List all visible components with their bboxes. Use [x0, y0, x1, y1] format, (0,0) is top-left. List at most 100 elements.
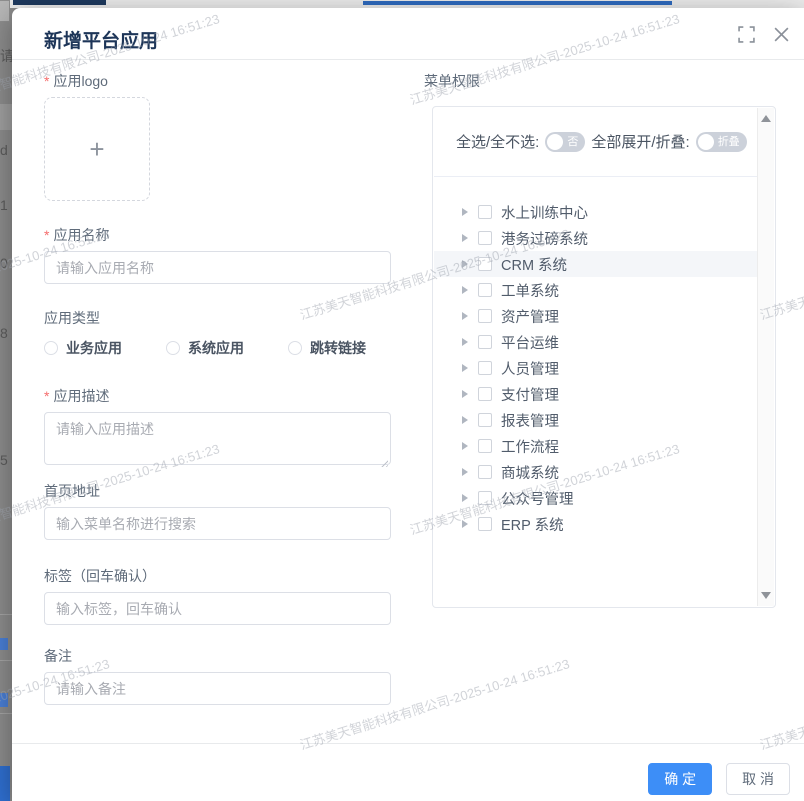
- app-type-label: 应用类型: [44, 308, 391, 328]
- chevron-right-icon[interactable]: [462, 338, 468, 346]
- homepage-input[interactable]: [44, 507, 391, 540]
- select-all-label: 全选/全不选:: [456, 131, 539, 152]
- toggle-knob: [698, 134, 714, 150]
- app-type-radio-0[interactable]: 业务应用: [44, 338, 122, 358]
- chevron-right-icon[interactable]: [462, 494, 468, 502]
- remark-label: 备注: [44, 646, 391, 666]
- chevron-right-icon[interactable]: [462, 234, 468, 242]
- tree-row[interactable]: 人员管理: [434, 355, 758, 381]
- background-row-divider: [0, 614, 12, 615]
- background-button-fragment: [0, 766, 10, 801]
- tree-row[interactable]: 公众号管理: [434, 485, 758, 511]
- checkbox[interactable]: [478, 361, 492, 375]
- app-logo-label: *应用logo: [44, 71, 391, 91]
- tree-item-label: 公众号管理: [501, 488, 574, 509]
- remark-input[interactable]: [44, 672, 391, 705]
- checkbox[interactable]: [478, 335, 492, 349]
- checkbox[interactable]: [478, 465, 492, 479]
- tree-row[interactable]: 港务过磅系统: [434, 225, 758, 251]
- required-mark: *: [44, 388, 49, 404]
- chevron-right-icon[interactable]: [462, 390, 468, 398]
- add-platform-app-dialog: 新增平台应用 *应用logo + *应用名称 应用类型 业务应用 系统应用 跳转链接: [12, 8, 804, 801]
- cancel-button[interactable]: 取 消: [726, 763, 790, 795]
- tree-row[interactable]: 支付管理: [434, 381, 758, 407]
- toggle-state-label: 折叠: [718, 132, 740, 152]
- checkbox[interactable]: [478, 517, 492, 531]
- background-text-fragment: 请: [0, 46, 12, 66]
- tree-item-label: 商城系统: [501, 462, 559, 483]
- tree-row[interactable]: CRM 系统: [434, 251, 758, 277]
- logo-upload-box[interactable]: +: [44, 97, 150, 201]
- chevron-right-icon[interactable]: [462, 208, 468, 216]
- background-row-divider: [0, 713, 12, 714]
- expand-all-label: 全部展开/折叠:: [591, 131, 689, 152]
- radio-circle-icon: [288, 341, 302, 355]
- radio-circle-icon: [44, 341, 58, 355]
- chevron-right-icon[interactable]: [462, 286, 468, 294]
- tree-item-label: CRM 系统: [501, 254, 567, 275]
- app-type-radio-1[interactable]: 系统应用: [166, 338, 244, 358]
- app-desc-label: *应用描述: [44, 386, 391, 406]
- chevron-right-icon[interactable]: [462, 416, 468, 424]
- app-name-label: *应用名称: [44, 225, 391, 245]
- required-mark: *: [44, 73, 49, 89]
- chevron-right-icon[interactable]: [462, 312, 468, 320]
- scroll-up-icon[interactable]: [761, 115, 771, 122]
- tree-row[interactable]: 资产管理: [434, 303, 758, 329]
- chevron-right-icon[interactable]: [462, 260, 468, 268]
- dialog-footer: 确 定 取 消: [12, 743, 804, 795]
- chevron-right-icon[interactable]: [462, 364, 468, 372]
- tree-row[interactable]: ERP 系统: [434, 511, 758, 537]
- tree-row[interactable]: 报表管理: [434, 407, 758, 433]
- tree-item-label: 支付管理: [501, 384, 559, 405]
- checkbox[interactable]: [478, 205, 492, 219]
- checkbox[interactable]: [478, 387, 492, 401]
- background-link-fragment: [0, 638, 8, 650]
- chevron-right-icon[interactable]: [462, 468, 468, 476]
- homepage-label: 首页地址: [44, 481, 391, 501]
- tree-item-label: 人员管理: [501, 358, 559, 379]
- panel-scrollbar[interactable]: [757, 108, 774, 606]
- chevron-right-icon[interactable]: [462, 442, 468, 450]
- close-icon[interactable]: [773, 26, 790, 43]
- background-text-fragment: 0: [0, 255, 12, 271]
- background-table-row: [0, 104, 12, 130]
- menu-permission-label: 菜单权限: [424, 71, 480, 91]
- checkbox[interactable]: [478, 413, 492, 427]
- app-type-radio-2[interactable]: 跳转链接: [288, 338, 366, 358]
- tree-row[interactable]: 商城系统: [434, 459, 758, 485]
- tags-label: 标签（回车确认）: [44, 566, 391, 586]
- background-text-fragment: d: [0, 142, 12, 158]
- fullscreen-icon[interactable]: [738, 26, 755, 43]
- tree-row[interactable]: 工单系统: [434, 277, 758, 303]
- checkbox[interactable]: [478, 309, 492, 323]
- checkbox[interactable]: [478, 257, 492, 271]
- confirm-button[interactable]: 确 定: [648, 763, 712, 795]
- tree-item-label: 工单系统: [501, 280, 559, 301]
- app-name-input[interactable]: [44, 251, 391, 284]
- radio-label: 业务应用: [66, 338, 122, 358]
- background-link-fragment: [0, 693, 8, 707]
- required-mark: *: [44, 227, 49, 243]
- background-text-fragment: 5: [0, 452, 12, 468]
- tree-item-label: 水上训练中心: [501, 202, 588, 223]
- tree-row[interactable]: 平台运维: [434, 329, 758, 355]
- tags-input[interactable]: [44, 592, 391, 625]
- checkbox[interactable]: [478, 439, 492, 453]
- dialog-header: 新增平台应用: [12, 8, 804, 60]
- app-desc-textarea[interactable]: [44, 412, 391, 465]
- toggle-knob: [547, 134, 563, 150]
- expand-all-toggle[interactable]: 折叠: [696, 132, 747, 152]
- background-active-tab-line: [363, 1, 672, 5]
- scroll-down-icon[interactable]: [761, 592, 771, 599]
- tree-row[interactable]: 水上训练中心: [434, 199, 758, 225]
- select-all-toggle[interactable]: 否: [545, 132, 585, 152]
- radio-label: 系统应用: [188, 338, 244, 358]
- checkbox[interactable]: [478, 231, 492, 245]
- checkbox[interactable]: [478, 491, 492, 505]
- toggle-state-label: 否: [567, 132, 578, 152]
- tree-row[interactable]: 工作流程: [434, 433, 758, 459]
- chevron-right-icon[interactable]: [462, 520, 468, 528]
- tree-item-label: 工作流程: [501, 436, 559, 457]
- checkbox[interactable]: [478, 283, 492, 297]
